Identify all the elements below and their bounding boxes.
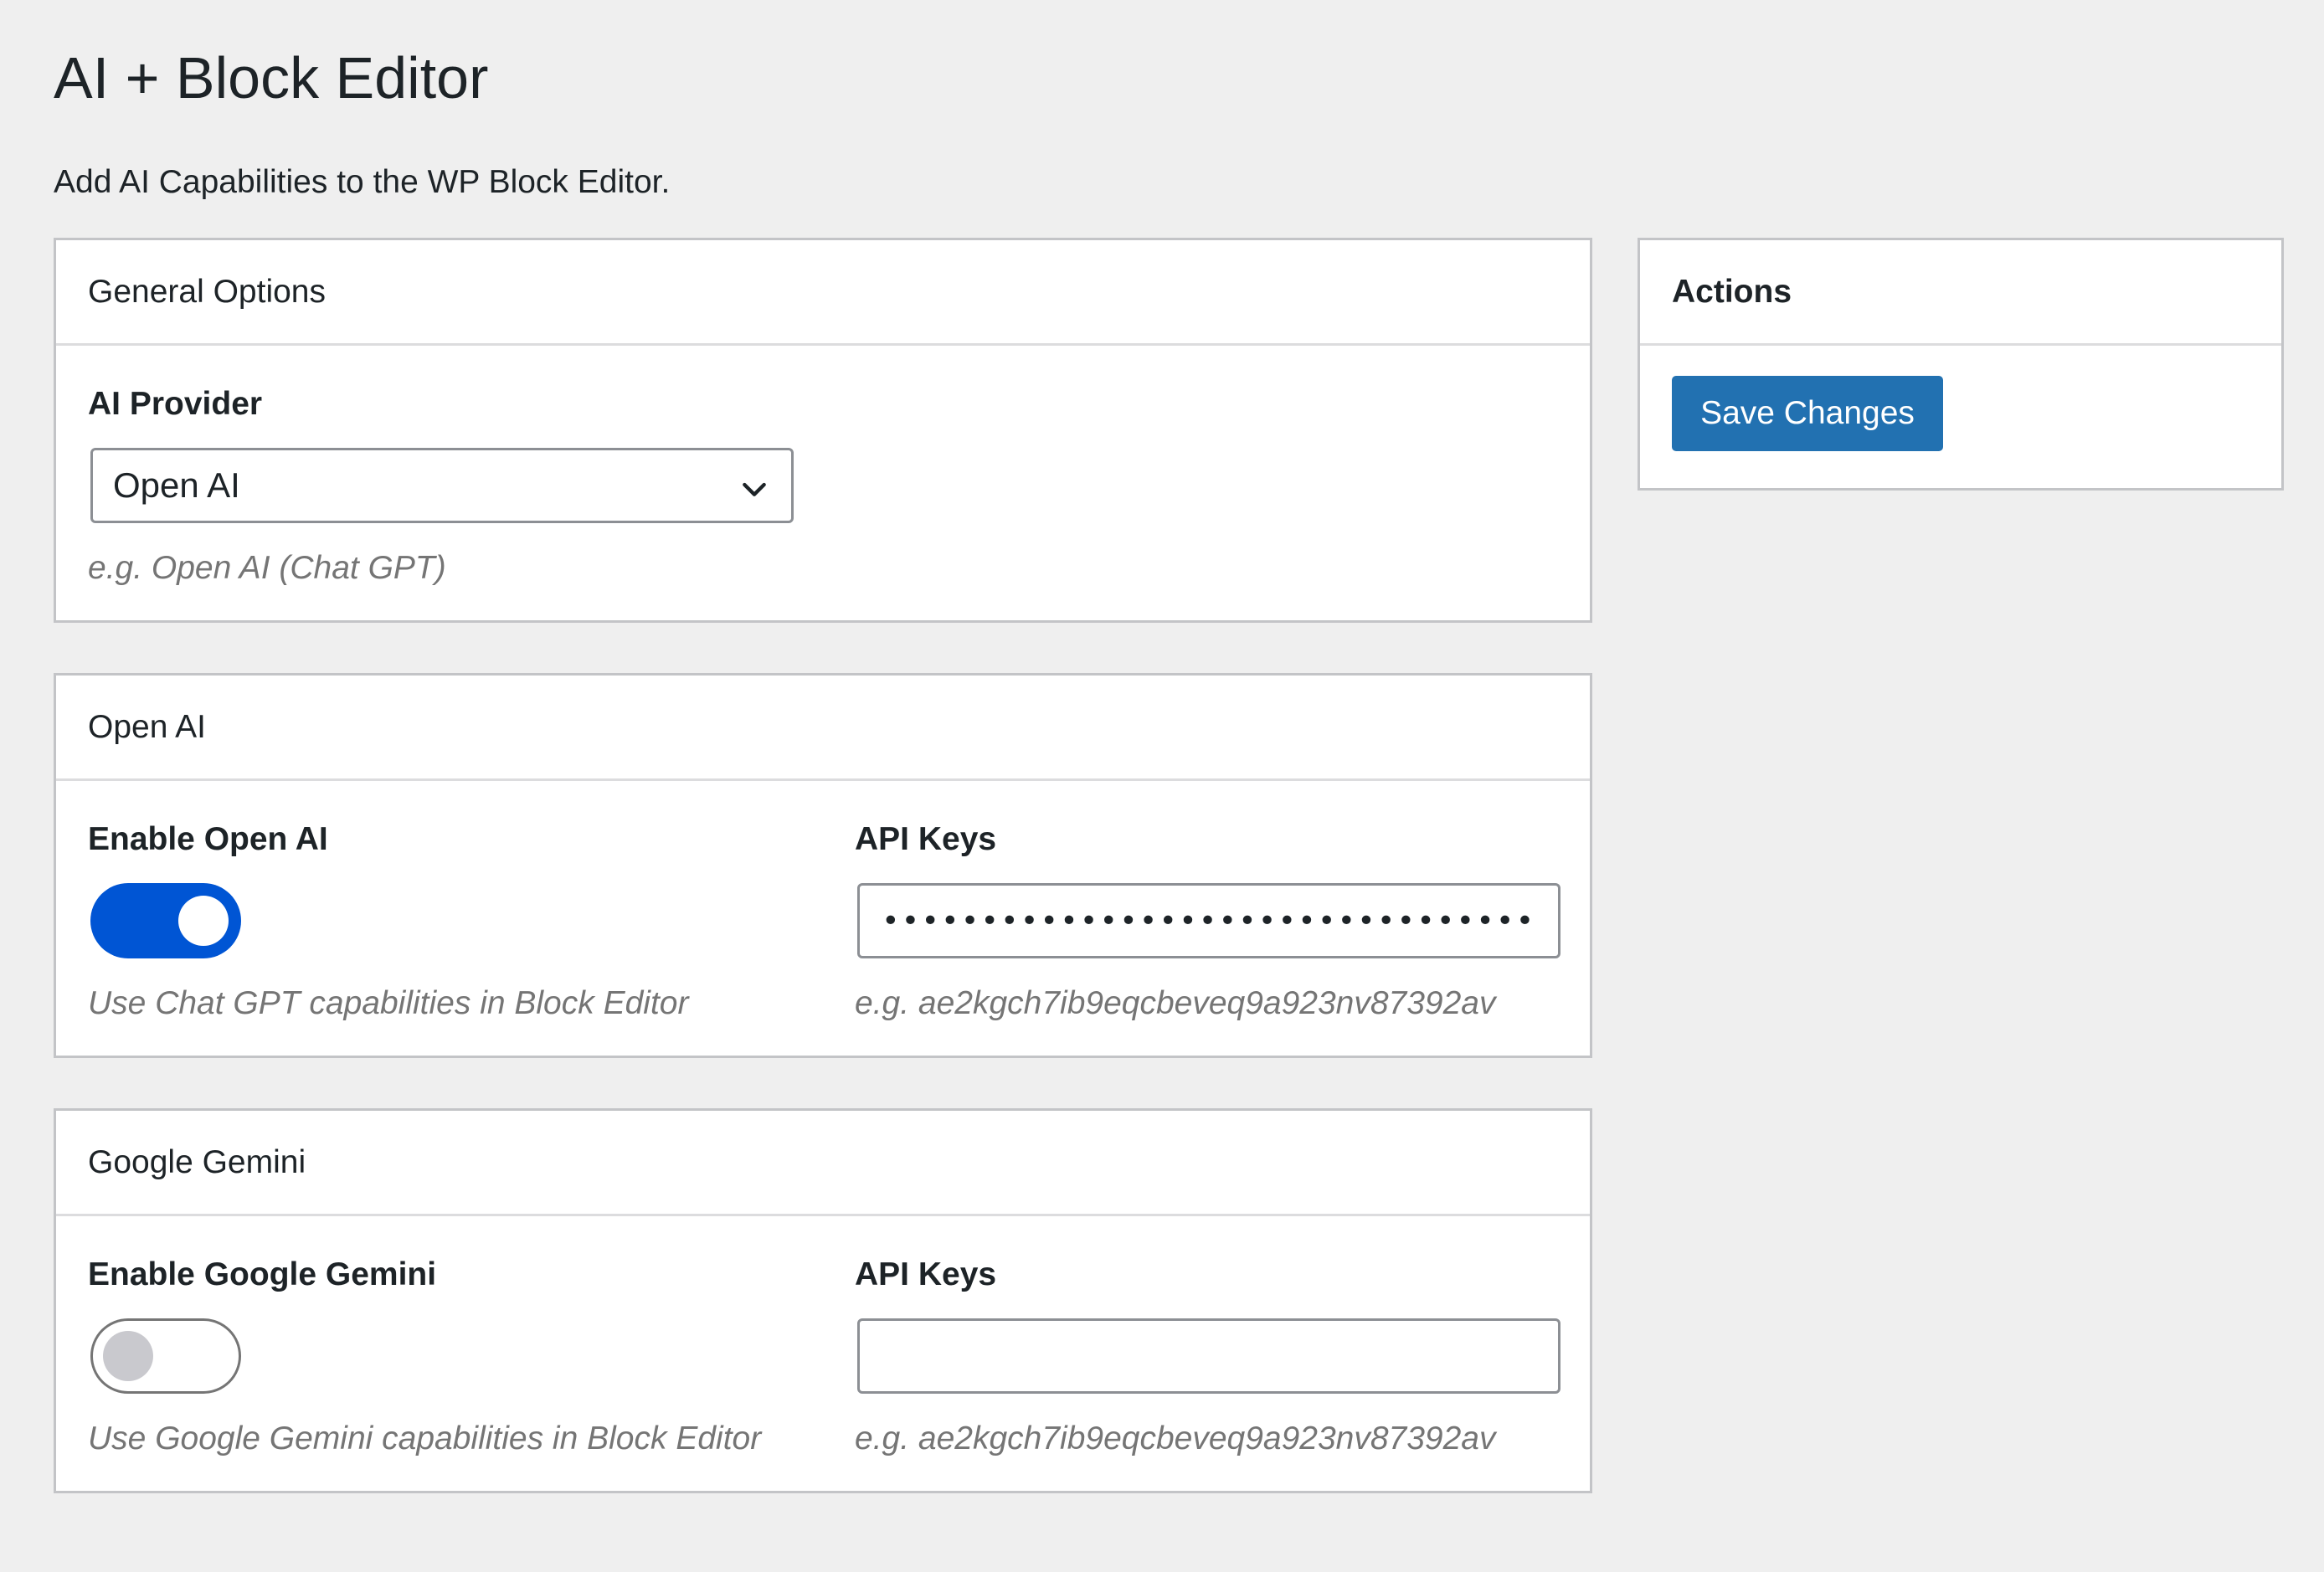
enable-gemini-help: Use Google Gemini capabilities in Block … xyxy=(88,1420,762,1456)
gemini-api-keys-help: e.g. ae2kgch7ib9eqcbeveq9a923nv87392av xyxy=(855,1420,1496,1456)
general-options-header: General Options xyxy=(56,240,1590,346)
gemini-header: Google Gemini xyxy=(56,1111,1590,1216)
save-changes-button[interactable]: Save Changes xyxy=(1672,376,1943,451)
enable-openai-toggle[interactable] xyxy=(90,883,241,958)
enable-gemini-label: Enable Google Gemini xyxy=(88,1256,437,1292)
toggle-knob xyxy=(178,896,229,946)
enable-gemini-toggle[interactable] xyxy=(90,1318,241,1394)
openai-api-key-input[interactable] xyxy=(857,883,1560,958)
gemini-panel: Google Gemini Enable Google Gemini Use G… xyxy=(54,1108,1592,1493)
ai-provider-help: e.g. Open AI (Chat GPT) xyxy=(88,550,446,586)
actions-panel: Actions Save Changes xyxy=(1638,238,2284,491)
enable-openai-label: Enable Open AI xyxy=(88,821,328,857)
openai-api-keys-label: API Keys xyxy=(855,821,997,857)
ai-provider-selected-value: Open AI xyxy=(113,465,240,505)
actions-header: Actions xyxy=(1640,240,2281,346)
chevron-down-icon xyxy=(743,482,766,496)
page-subtitle: Add AI Capabilities to the WP Block Edit… xyxy=(54,164,671,200)
gemini-api-keys-label: API Keys xyxy=(855,1256,997,1292)
openai-panel: Open AI Enable Open AI Use Chat GPT capa… xyxy=(54,673,1592,1058)
page-title: AI + Block Editor xyxy=(54,45,489,110)
openai-header: Open AI xyxy=(56,676,1590,781)
ai-provider-select[interactable]: Open AI xyxy=(90,448,794,523)
openai-api-keys-help: e.g. ae2kgch7ib9eqcbeveq9a923nv87392av xyxy=(855,985,1496,1021)
gemini-api-key-input[interactable] xyxy=(857,1318,1560,1394)
enable-openai-help: Use Chat GPT capabilities in Block Edito… xyxy=(88,985,689,1021)
general-options-panel: General Options AI Provider Open AI e.g.… xyxy=(54,238,1592,623)
toggle-knob xyxy=(103,1331,153,1381)
ai-provider-label: AI Provider xyxy=(88,386,263,422)
